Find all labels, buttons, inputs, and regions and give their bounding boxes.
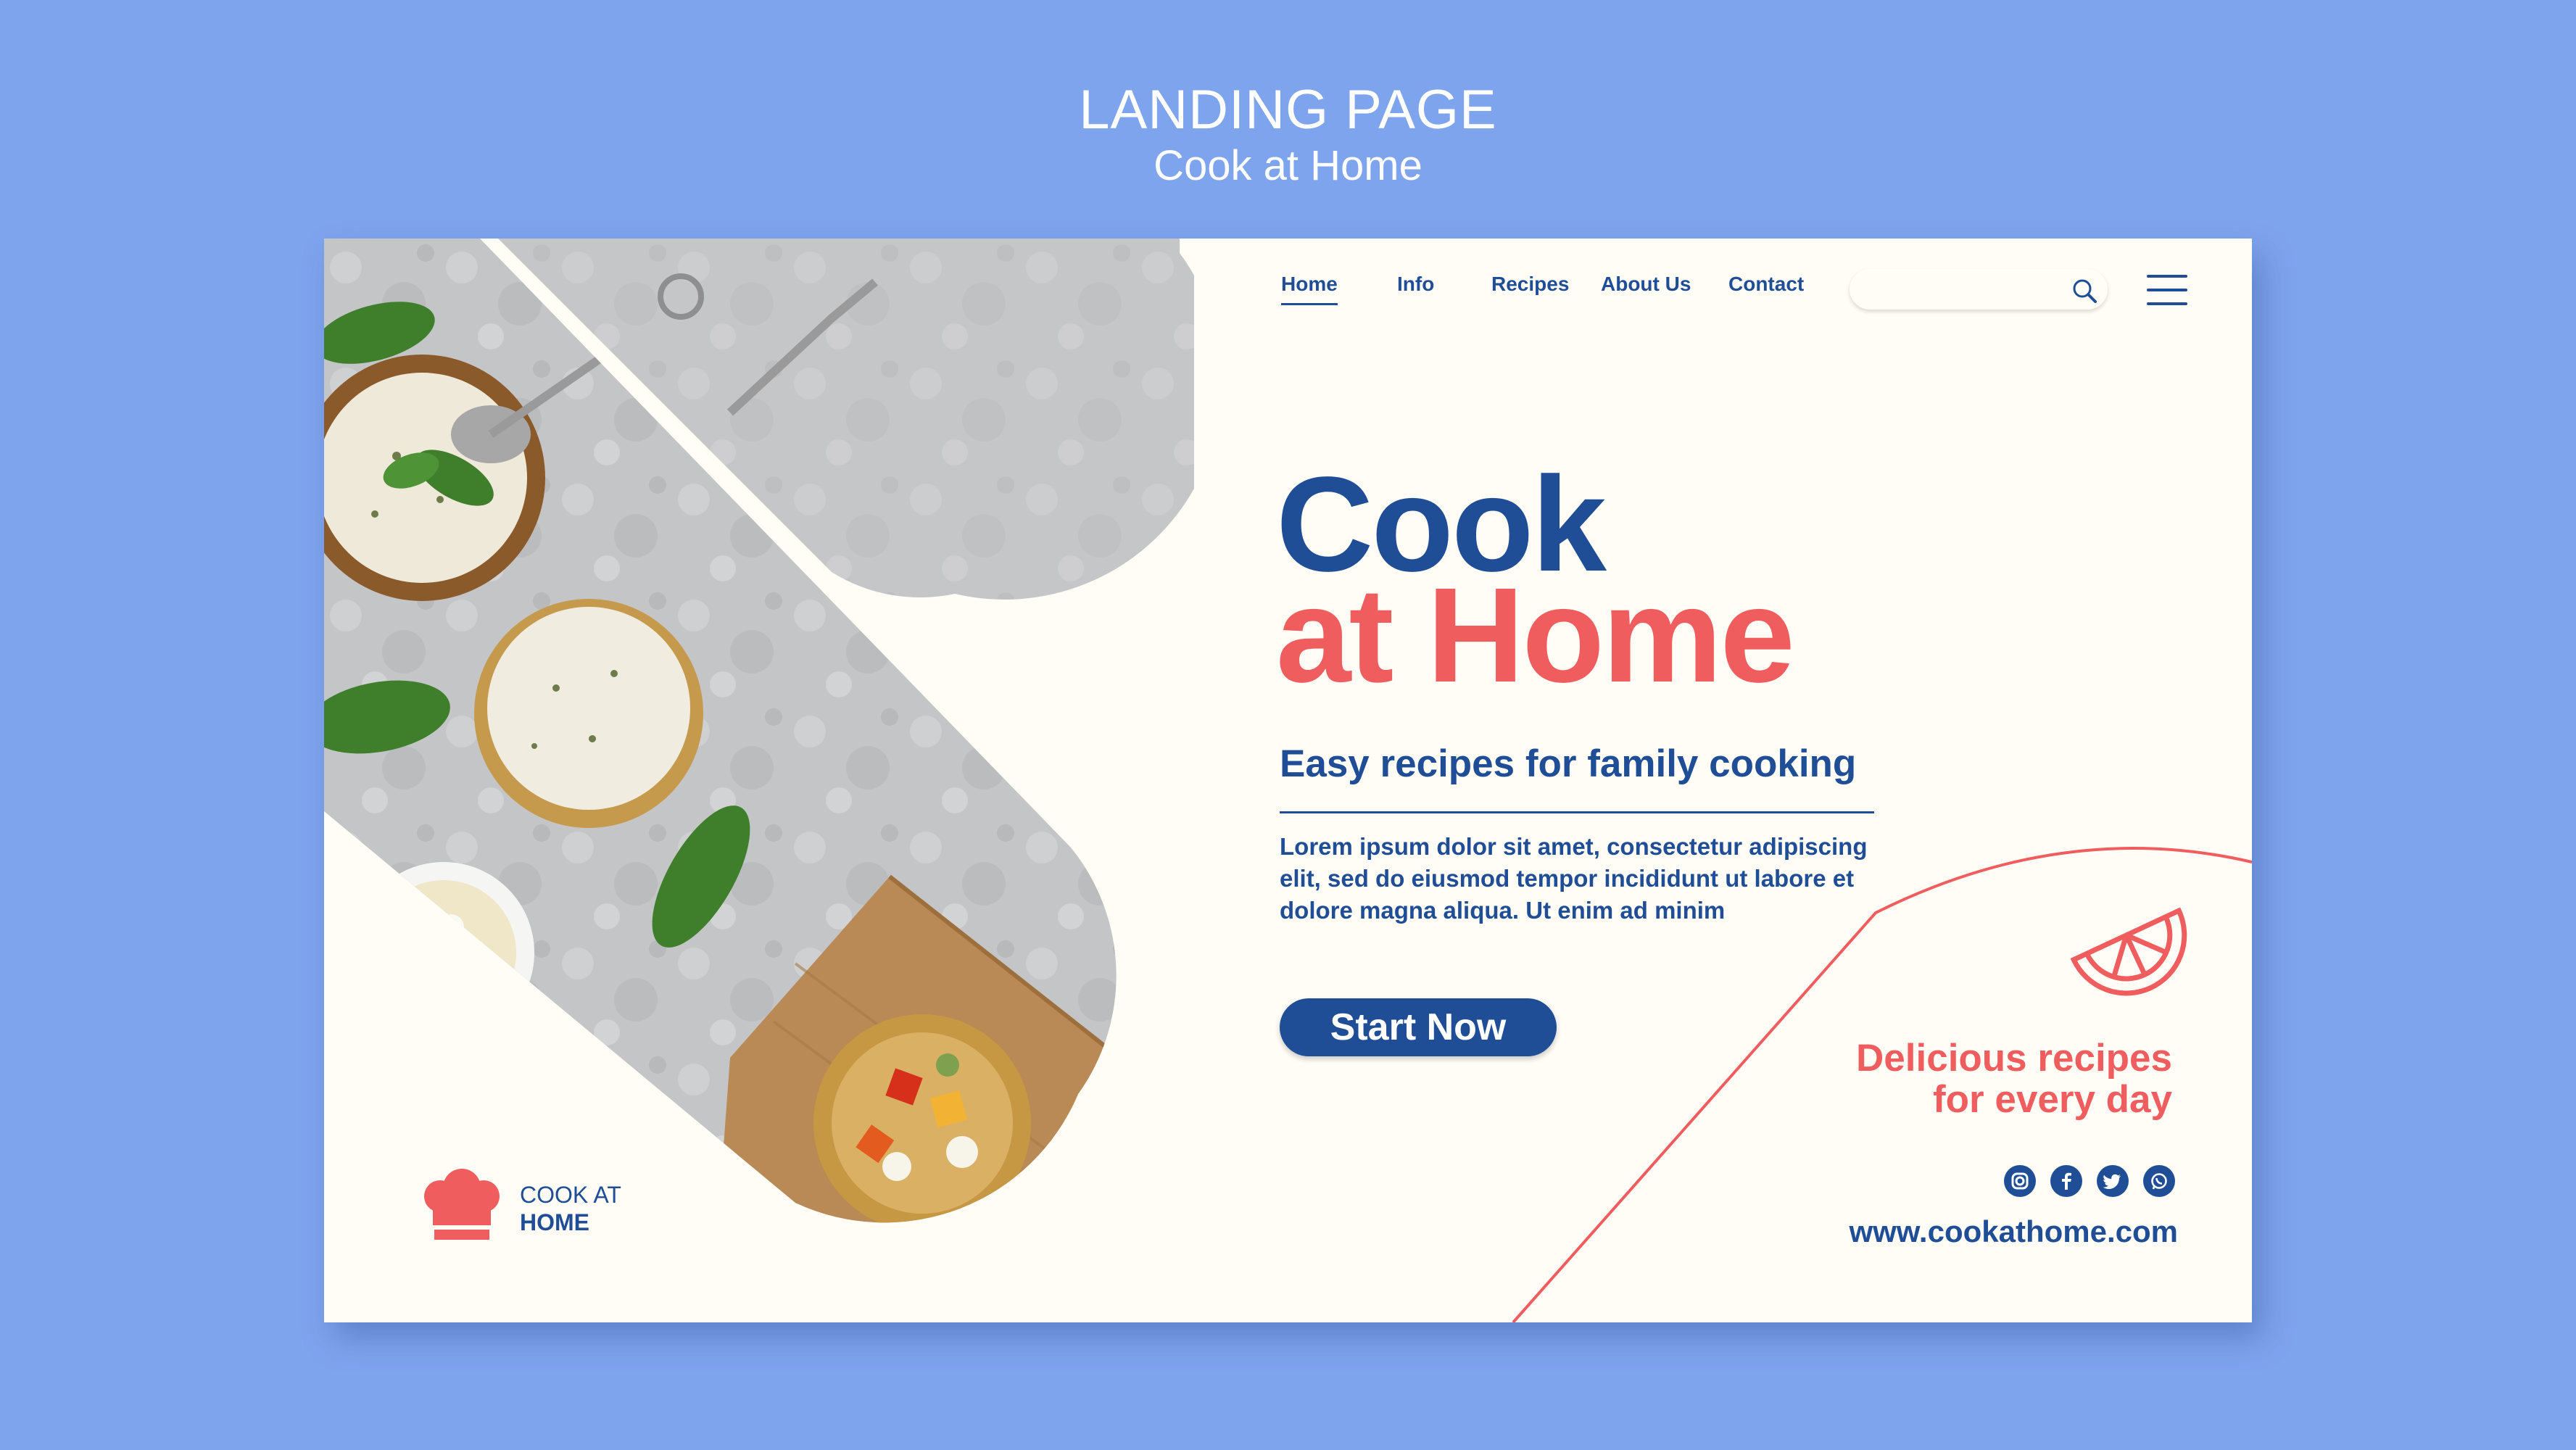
tagline-line2: for every day [1933,1078,2172,1121]
whatsapp-icon[interactable] [2143,1165,2175,1197]
twitter-icon[interactable] [2097,1165,2129,1197]
nav-about-us[interactable]: About Us [1601,273,1691,296]
hero-body-text: Lorem ipsum dolor sit amet, consectetur … [1280,833,1868,924]
hero-subtitle: Easy recipes for family cooking [1280,742,1857,785]
hero-title-line2: at Home [1276,560,1795,710]
landing-page-card: Home Info Recipes About Us Contact Cook … [324,239,2252,1322]
instagram-icon[interactable] [2004,1165,2036,1197]
nav-info[interactable]: Info [1397,273,1434,296]
nav-contact[interactable]: Contact [1728,273,1804,296]
tagline: Delicious recipes for every day [1856,1037,2172,1120]
tagline-line1: Delicious recipes [1856,1037,2172,1080]
nav-home[interactable]: Home [1281,273,1338,305]
logo-text: COOK AT HOME [520,1181,621,1236]
frame-subtitle: Cook at Home [1154,141,1422,189]
website-link[interactable]: www.cookathome.com [1849,1214,2178,1249]
logo-line2: HOME [520,1209,589,1235]
hamburger-menu-icon[interactable] [2147,275,2187,305]
nav-recipes[interactable]: Recipes [1491,273,1569,296]
start-now-button[interactable]: Start Now [1280,998,1557,1056]
frame-title: LANDING PAGE [1079,79,1497,141]
facebook-icon[interactable] [2050,1165,2082,1197]
orange-slice-icon [2070,907,2187,996]
search-bar [1850,269,2108,310]
frame-header: LANDING PAGE Cook at Home [0,80,2576,191]
logo-line1: COOK AT [520,1182,621,1208]
search-icon[interactable] [2070,276,2099,305]
chef-hat-icon [424,1169,500,1240]
search-input[interactable] [1865,275,2054,304]
divider [1280,811,1874,813]
